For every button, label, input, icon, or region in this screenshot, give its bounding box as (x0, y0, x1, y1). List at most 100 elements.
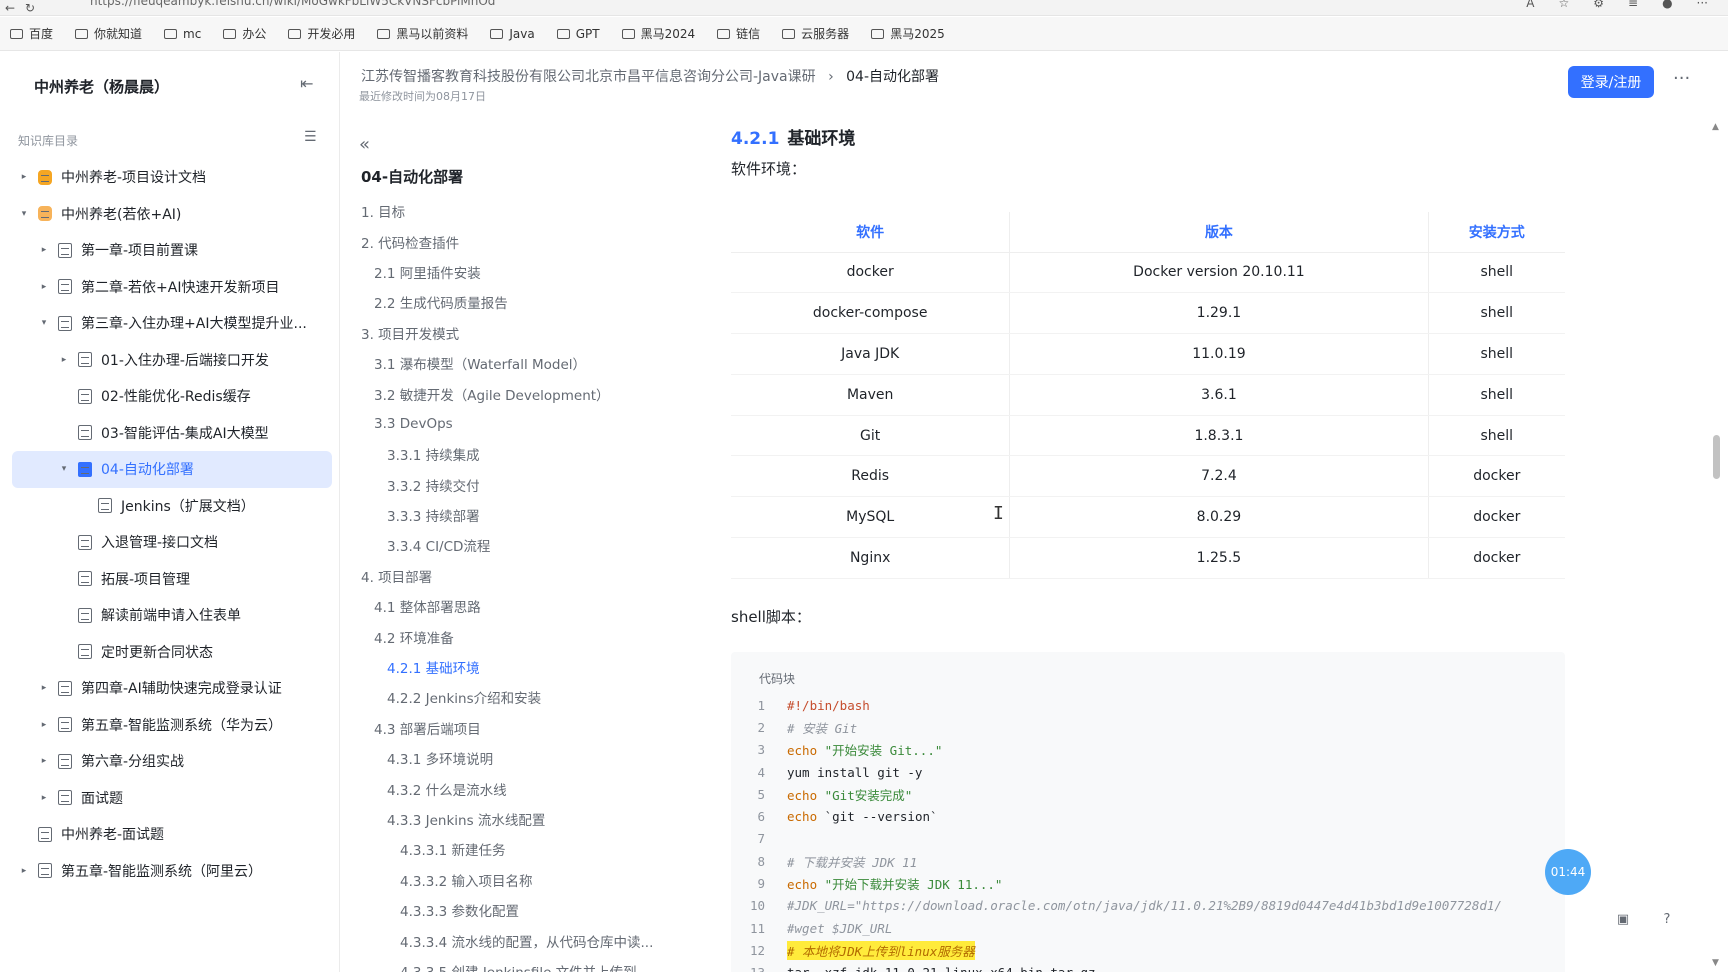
tree-item[interactable]: 拓展-项目管理 (12, 561, 332, 598)
help-icon[interactable]: ? (1657, 912, 1677, 932)
address-bar[interactable]: https://fleuqeambyk.feishu.cn/wiki/MoGwk… (90, 0, 495, 8)
toc-item[interactable]: 3. 项目开发模式 (361, 318, 671, 348)
tree-item[interactable]: ▾ 04-自动化部署 (12, 451, 332, 488)
extensions-icon[interactable]: ⚙ (1593, 0, 1604, 10)
toc-item[interactable]: 4. 项目部署 (361, 561, 671, 591)
scrollbar-thumb[interactable] (1713, 435, 1720, 479)
toc-item[interactable]: 3.3.2 持续交付 (361, 470, 671, 500)
bookmark-item[interactable]: 云服务器 (782, 25, 849, 42)
chevron-right-icon[interactable]: ▸ (38, 720, 50, 730)
back-icon[interactable]: ← (0, 1, 20, 15)
tree-item[interactable]: ▸ 中州养老-项目设计文档 (12, 159, 332, 196)
chevron-right-icon[interactable]: ▸ (38, 245, 50, 255)
bookmark-item[interactable]: 办公 (223, 25, 266, 42)
bookmark-item[interactable]: mc (164, 27, 201, 41)
bookmark-item[interactable]: 链信 (717, 25, 760, 42)
read-aloud-icon[interactable]: A (1526, 0, 1534, 10)
bookmark-item[interactable]: 黑马以前资料 (377, 25, 468, 42)
toc-item[interactable]: 3.3.1 持续集成 (361, 439, 671, 469)
bookmark-item[interactable]: 百度 (10, 25, 53, 42)
tree-item[interactable]: 02-性能优化-Redis缓存 (12, 378, 332, 415)
tree-item[interactable]: ▸ 01-入住办理-后端接口开发 (12, 342, 332, 379)
star-icon[interactable]: ☆ (1558, 0, 1569, 10)
tree-item[interactable]: ▾ 第三章-入住办理+AI大模型提升业... (12, 305, 332, 342)
chevron-right-icon[interactable]: ▸ (38, 793, 50, 803)
tree-item[interactable]: 定时更新合同状态 (12, 634, 332, 671)
chevron-right-icon[interactable]: ▸ (58, 355, 70, 365)
favorites-icon[interactable]: ≡ (1628, 0, 1638, 10)
toc-item[interactable]: 1. 目标 (361, 196, 671, 226)
toc-item[interactable]: 4.2.1 基础环境 (361, 652, 671, 682)
toc-item[interactable]: 4.3.3.4 流水线的配置，从代码仓库中读... (361, 925, 671, 955)
toc-title[interactable]: 04-自动化部署 (361, 166, 463, 187)
chevron-down-icon[interactable]: ▾ (18, 209, 30, 219)
collapse-toc-icon[interactable]: « (359, 134, 370, 155)
tree-item[interactable]: ▸ 第二章-若依+AI快速开发新项目 (12, 269, 332, 306)
tree-item-label: 第五章-智能监测系统（阿里云） (61, 863, 263, 880)
chevron-right-icon[interactable]: ▸ (38, 282, 50, 292)
toc-item[interactable]: 3.1 瀑布模型（Waterfall Model） (361, 348, 671, 378)
bookmark-item[interactable]: Java (490, 27, 535, 41)
tree-item[interactable]: ▸ 面试题 (12, 780, 332, 817)
tree-item[interactable]: ▸ 第五章-智能监测系统（华为云） (12, 707, 332, 744)
toc-item[interactable]: 2.1 阿里插件安装 (361, 257, 671, 287)
reload-icon[interactable]: ↻ (20, 1, 40, 15)
table-cell: docker (1428, 455, 1565, 498)
directory-options-icon[interactable]: ☰ (304, 129, 317, 145)
toc-item[interactable]: 4.3.1 多环境说明 (361, 743, 671, 773)
tree-item[interactable]: ▸ 第四章-AI辅助快速完成登录认证 (12, 670, 332, 707)
toc-item[interactable]: 4.2.2 Jenkins介绍和安装 (361, 682, 671, 712)
toc-item[interactable]: 2.2 生成代码质量报告 (361, 287, 671, 317)
bookmark-item[interactable]: 你就知道 (75, 25, 142, 42)
more-icon[interactable]: ··· (1673, 68, 1690, 89)
toc-item[interactable]: 2. 代码检查插件 (361, 226, 671, 256)
collapse-sidebar-icon[interactable]: ⇤ (300, 74, 313, 93)
timer-badge[interactable]: 01:44 (1545, 849, 1591, 895)
tree-item[interactable]: ▸ 第一章-项目前置课 (12, 232, 332, 269)
toc-item[interactable]: 4.3.3.5 创建 Jenkinsfile 文件并上传到... (361, 956, 671, 972)
scroll-up-icon[interactable]: ▲ (1712, 122, 1719, 132)
login-button[interactable]: 登录/注册 (1568, 66, 1654, 98)
code-block[interactable]: 代码块 1 #!/bin/bash 2 # 安装 Git 3 echo "开始安装 Git… (731, 652, 1565, 972)
toc-item[interactable]: 4.2 环境准备 (361, 621, 671, 651)
table-cell: shell (1428, 374, 1565, 416)
bookmark-item[interactable]: GPT (556, 27, 600, 41)
toc-item[interactable]: 4.3.3.1 新建任务 (361, 834, 671, 864)
tree-item[interactable]: Jenkins（扩展文档） (12, 488, 332, 525)
tree-item[interactable]: 03-智能评估-集成AI大模型 (12, 415, 332, 452)
toc-item[interactable]: 3.2 敏捷开发（Agile Development） (361, 378, 671, 408)
toc-item[interactable]: 4.1 整体部署思路 (361, 591, 671, 621)
bookmark-item[interactable]: 黑马2024 (621, 25, 695, 42)
toc-item[interactable]: 4.3.3 Jenkins 流水线配置 (361, 804, 671, 834)
toc-item[interactable]: 3.3.4 CI/CD流程 (361, 530, 671, 560)
browser-menu-icon[interactable]: ··· (1697, 0, 1708, 10)
toc-item[interactable]: 4.3 部署后端项目 (361, 713, 671, 743)
toc-item[interactable]: 4.3.3.2 输入项目名称 (361, 865, 671, 895)
comment-icon[interactable]: ▣ (1613, 912, 1633, 932)
chevron-right-icon[interactable]: ▸ (38, 756, 50, 766)
chevron-right-icon[interactable]: ▸ (18, 172, 30, 182)
bookmark-item[interactable]: 黑马2025 (871, 25, 945, 42)
tree-item[interactable]: ▸ 第五章-智能监测系统（阿里云） (12, 853, 332, 890)
section-heading: 4.2.1 基础环境 (731, 124, 855, 149)
chevron-down-icon[interactable]: ▾ (58, 464, 70, 474)
tree-item[interactable]: 入退管理-接口文档 (12, 524, 332, 561)
breadcrumb-parent[interactable]: 江苏传智播客教育科技股份有限公司北京市昌平信息咨询分公司-Java课研 (361, 69, 816, 85)
tree-item[interactable]: ▸ 第六章-分组实战 (12, 743, 332, 780)
toc-item[interactable]: 4.3.2 什么是流水线 (361, 773, 671, 803)
toc-item[interactable]: 3.3.3 持续部署 (361, 500, 671, 530)
toc-item[interactable]: 4.3.3.3 参数化配置 (361, 895, 671, 925)
chevron-right-icon[interactable]: ▸ (18, 866, 30, 876)
folder-icon (490, 28, 504, 39)
profile-avatar[interactable]: ● (1662, 0, 1672, 10)
tree-item-label: 第六章-分组实战 (81, 754, 185, 771)
chevron-right-icon[interactable]: ▸ (38, 683, 50, 693)
toc-item[interactable]: 3.3 DevOps (361, 409, 671, 439)
document-icon (58, 790, 72, 806)
scroll-down-icon[interactable]: ▼ (1712, 958, 1719, 968)
bookmark-item[interactable]: 开发必用 (288, 25, 355, 42)
chevron-down-icon[interactable]: ▾ (38, 318, 50, 328)
tree-item[interactable]: ▾ 中州养老(若依+AI) (12, 196, 332, 233)
tree-item[interactable]: 中州养老-面试题 (12, 816, 332, 853)
tree-item[interactable]: 解读前端申请入住表单 (12, 597, 332, 634)
